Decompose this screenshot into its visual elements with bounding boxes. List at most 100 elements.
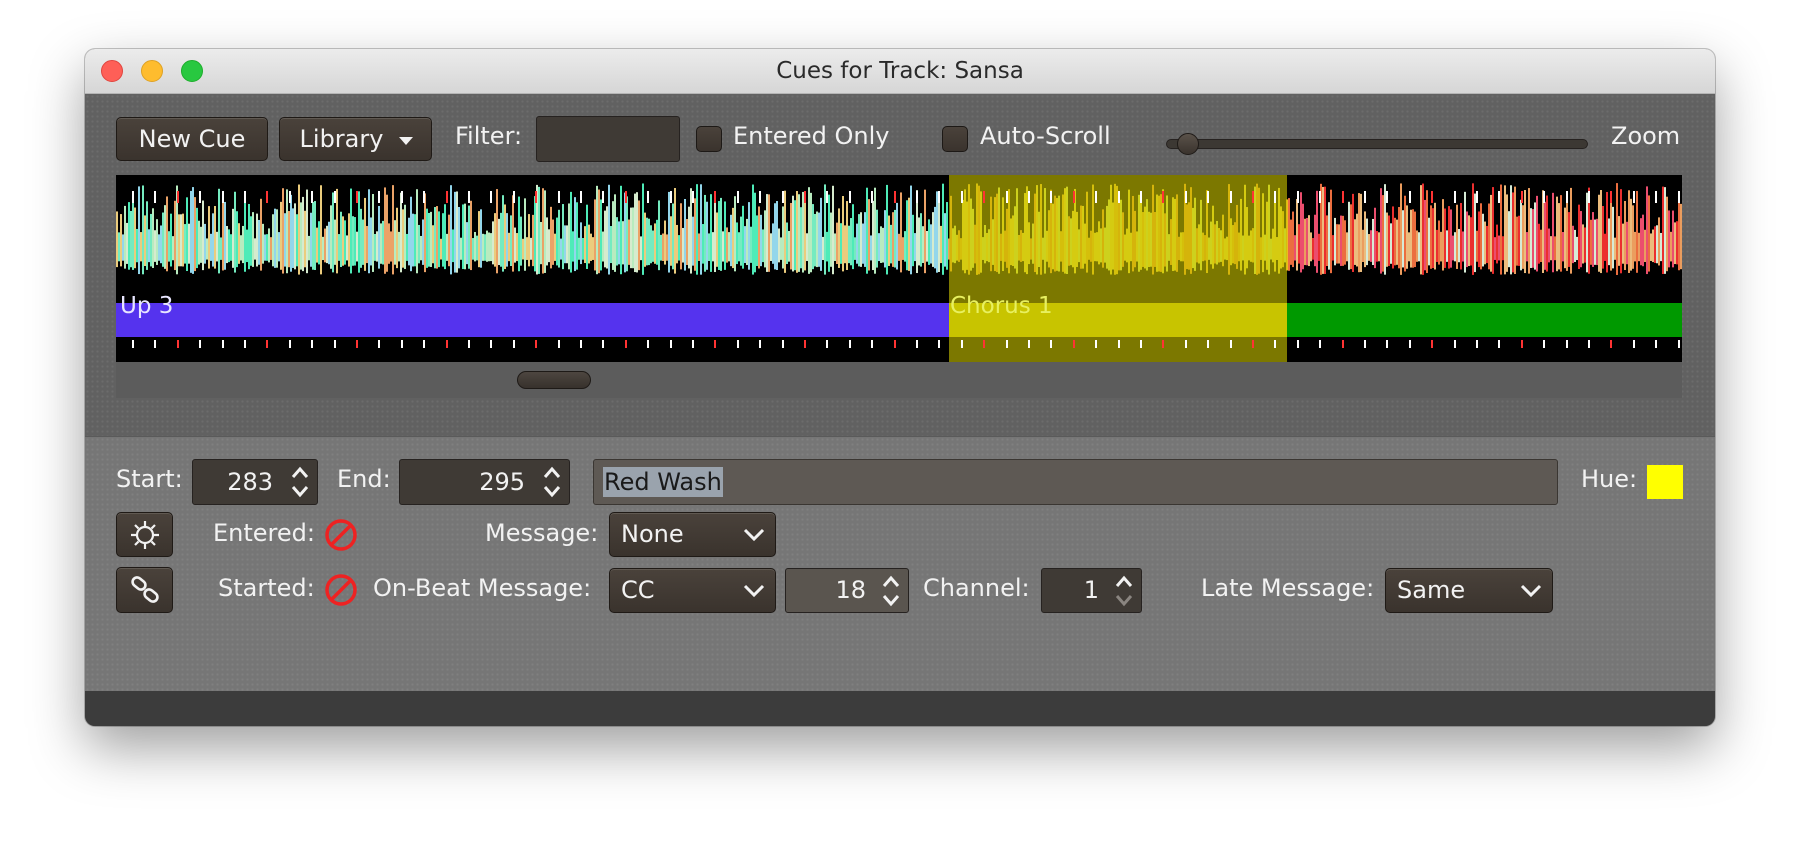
waveform-bar — [304, 210, 306, 268]
library-button[interactable]: Library — [279, 117, 432, 161]
channel-spinner[interactable]: 1 — [1041, 568, 1142, 613]
channel-spinner-arrows-icon[interactable] — [1113, 573, 1135, 609]
waveform-display[interactable]: Up 3 Chorus 1 — [116, 175, 1682, 362]
waveform-bar — [1500, 184, 1502, 275]
onbeat-dropdown[interactable]: CC — [609, 568, 776, 613]
waveform-bar — [260, 198, 262, 271]
beat-marker-top — [737, 191, 739, 203]
beat-marker-bottom — [1297, 340, 1299, 348]
waveform-bar — [276, 209, 278, 268]
beat-marker-top — [1655, 191, 1657, 203]
waveform-scrollbar[interactable] — [116, 362, 1682, 398]
waveform-bar — [1328, 202, 1330, 270]
late-message-dropdown[interactable]: Same — [1385, 568, 1553, 613]
waveform-bar — [1482, 213, 1484, 267]
zoom-slider-track[interactable] — [1166, 139, 1588, 149]
waveform-bar — [594, 199, 596, 271]
beat-marker-top — [1476, 191, 1478, 203]
hue-color-swatch[interactable] — [1647, 465, 1683, 499]
waveform-bar — [314, 201, 316, 270]
waveform-bar — [940, 225, 942, 264]
waveform-bar — [1586, 192, 1588, 273]
start-spinner[interactable]: 283 — [192, 459, 318, 505]
waveform-bar — [1494, 237, 1496, 260]
waveform-bar — [1446, 230, 1448, 262]
waveform-bar — [228, 229, 230, 263]
waveform-bar — [158, 234, 160, 261]
cue-band-0[interactable] — [116, 303, 949, 337]
start-spinner-arrows-icon[interactable] — [289, 464, 311, 500]
waveform-bar — [686, 219, 688, 265]
waveform-bar — [396, 207, 398, 269]
waveform-scroll-thumb[interactable] — [517, 371, 591, 389]
waveform-bar — [466, 222, 468, 265]
waveform-bar — [1404, 195, 1406, 272]
waveform-bar — [710, 194, 712, 272]
entered-only-checkbox[interactable] — [696, 126, 722, 152]
waveform-bar — [1312, 238, 1314, 260]
new-cue-button[interactable]: New Cue — [116, 117, 268, 161]
settings-button[interactable] — [116, 512, 173, 557]
waveform-bar — [1516, 216, 1518, 266]
waveform-bar — [428, 212, 430, 267]
waveform-bar — [244, 194, 246, 272]
waveform-bar — [126, 222, 128, 264]
waveform-bar — [1530, 208, 1532, 269]
selected-cue-overlay[interactable] — [949, 175, 1287, 362]
chevron-down-icon — [743, 584, 765, 597]
waveform-bar — [512, 195, 514, 272]
beat-marker-top — [289, 191, 291, 203]
onbeat-spinner-arrows-icon[interactable] — [880, 573, 902, 609]
zoom-slider-thumb[interactable] — [1177, 133, 1199, 155]
waveform-bar — [734, 196, 736, 272]
waveform-bar — [556, 217, 558, 266]
waveform-bar — [1296, 199, 1298, 271]
waveform-bar — [516, 233, 518, 262]
waveform-bar — [204, 223, 206, 264]
waveform-bar — [860, 212, 862, 267]
comment-field[interactable]: Red Wash — [593, 459, 1558, 505]
waveform-bar — [254, 238, 256, 260]
beat-marker-top — [1050, 191, 1052, 203]
waveform-bar — [214, 206, 216, 269]
end-spinner[interactable]: 295 — [399, 459, 570, 505]
waveform-bar — [500, 212, 502, 267]
message-dropdown[interactable]: None — [609, 512, 776, 557]
waveform-bar — [790, 202, 792, 270]
waveform-bar — [1612, 206, 1614, 269]
beat-marker-top — [1230, 191, 1232, 203]
waveform-bar — [128, 202, 130, 270]
waveform-bar — [1652, 229, 1654, 263]
waveform-bar — [802, 191, 804, 273]
waveform-bar — [322, 236, 324, 261]
cue-band-2[interactable] — [1287, 303, 1682, 337]
waveform-bar — [334, 219, 336, 265]
end-spinner-arrows-icon[interactable] — [541, 464, 563, 500]
waveform-bar — [1532, 209, 1534, 268]
onbeat-number-spinner[interactable]: 18 — [785, 568, 909, 613]
waveform-bar — [1368, 234, 1370, 261]
waveform-bar — [886, 184, 888, 275]
beat-marker-top — [983, 191, 985, 203]
waveform-bar — [270, 237, 272, 260]
auto-scroll-checkbox[interactable] — [942, 126, 968, 152]
waveform-bar — [1464, 191, 1466, 273]
waveform-bar — [1382, 195, 1384, 272]
waveform-bar — [920, 213, 922, 267]
waveform-bar — [808, 187, 810, 274]
waveform-bar — [1472, 183, 1474, 275]
waveform-bar — [814, 213, 816, 267]
waveform-bar — [1554, 236, 1556, 261]
end-value: 295 — [479, 468, 525, 496]
link-button[interactable] — [116, 567, 173, 613]
onbeat-label: On-Beat Message: — [373, 574, 592, 602]
waveform-bar — [740, 216, 742, 266]
waveform-bar — [408, 217, 410, 266]
beat-marker-bottom — [1655, 340, 1657, 348]
filter-input[interactable] — [536, 116, 680, 162]
late-message-dropdown-value: Same — [1397, 576, 1466, 604]
waveform-bar — [642, 183, 644, 275]
waveform-bar — [1422, 183, 1424, 275]
waveform-bar — [1454, 232, 1456, 262]
waveform-bar — [346, 235, 348, 261]
